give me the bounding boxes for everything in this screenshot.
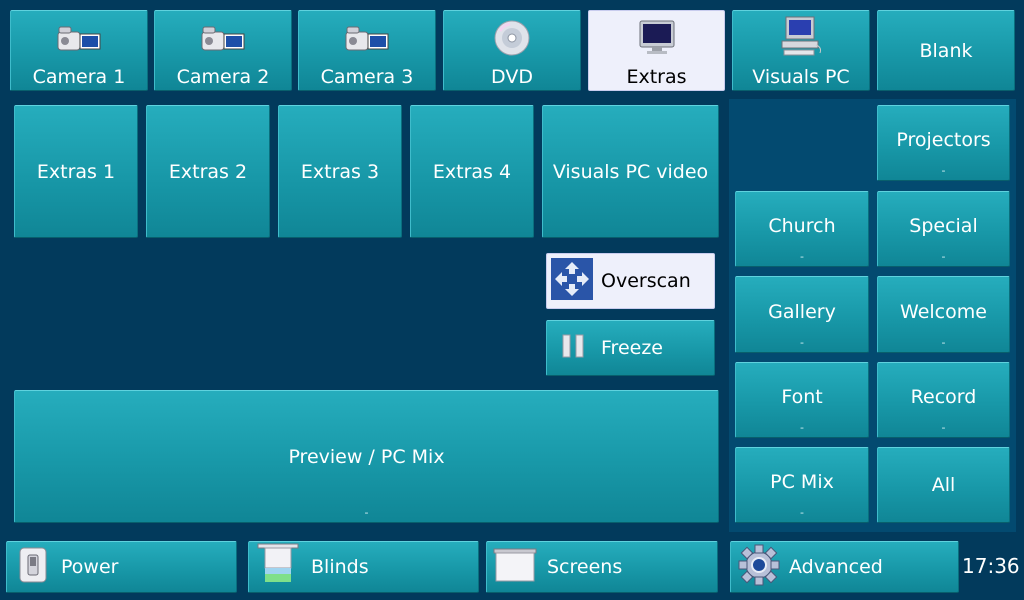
source-label: Camera 1 <box>32 66 126 88</box>
dest-pc-mix-button[interactable]: PC Mix - <box>735 447 869 523</box>
preview-pc-mix-button[interactable]: Preview / PC Mix - <box>14 390 719 523</box>
dest-label: Special <box>909 215 978 237</box>
dest-label: Church <box>768 215 836 237</box>
camera-icon <box>344 25 390 62</box>
dest-label: Record <box>910 386 977 408</box>
advanced-label: Advanced <box>789 556 883 578</box>
dest-label: Font <box>781 386 823 408</box>
dest-label: Projectors <box>896 129 991 151</box>
camera-icon <box>56 25 102 62</box>
blinds-icon <box>257 543 299 592</box>
source-camera-1-button[interactable]: Camera 1 <box>10 10 148 91</box>
screens-button[interactable]: Screens <box>486 541 718 593</box>
power-label: Power <box>61 556 119 578</box>
input-label: Visuals PC video <box>552 160 709 183</box>
source-label: Camera 3 <box>320 66 414 88</box>
freeze-label: Freeze <box>601 337 663 359</box>
overscan-toggle[interactable]: Overscan <box>546 253 715 309</box>
clock: 17:36 <box>962 554 1020 578</box>
preview-status: - <box>364 506 369 519</box>
dest-status: - <box>800 336 804 349</box>
dest-record-button[interactable]: Record - <box>877 362 1010 438</box>
extras-2-button[interactable]: Extras 2 <box>146 105 270 238</box>
dest-status: - <box>941 421 946 434</box>
screens-label: Screens <box>547 556 623 578</box>
input-label: Extras 4 <box>432 160 512 183</box>
source-camera-2-button[interactable]: Camera 2 <box>154 10 292 91</box>
monitor-icon <box>637 19 677 62</box>
preview-label: Preview / PC Mix <box>288 445 445 468</box>
dest-status: - <box>941 164 946 177</box>
blinds-button[interactable]: Blinds <box>248 541 479 593</box>
source-label: Visuals PC <box>752 66 850 88</box>
dest-status: - <box>800 421 804 434</box>
freeze-button[interactable]: Freeze <box>546 320 715 376</box>
blinds-label: Blinds <box>311 556 369 578</box>
screen-icon <box>493 547 537 588</box>
extras-3-button[interactable]: Extras 3 <box>278 105 402 238</box>
input-label: Extras 3 <box>300 160 380 183</box>
extras-1-button[interactable]: Extras 1 <box>14 105 138 238</box>
source-extras-button[interactable]: Extras <box>588 10 725 91</box>
dest-all-button[interactable]: All <box>877 447 1010 523</box>
overscan-label: Overscan <box>601 270 691 292</box>
dest-label: PC Mix <box>770 471 834 493</box>
dest-label: Welcome <box>900 300 987 323</box>
power-button[interactable]: Power <box>6 541 237 593</box>
visuals-pc-video-button[interactable]: Visuals PC video <box>542 105 719 238</box>
camera-icon <box>200 25 246 62</box>
dvd-icon <box>492 19 532 62</box>
power-switch-icon <box>19 547 47 588</box>
dest-special-button[interactable]: Special - <box>877 191 1010 267</box>
extras-4-button[interactable]: Extras 4 <box>410 105 534 238</box>
source-blank-button[interactable]: Blank <box>877 10 1015 91</box>
pause-icon <box>561 334 585 363</box>
dest-gallery-button[interactable]: Gallery - <box>735 276 869 353</box>
dest-font-button[interactable]: Font - <box>735 362 869 438</box>
dest-status: - <box>800 506 804 519</box>
source-visuals-pc-button[interactable]: Visuals PC <box>732 10 870 91</box>
input-label: Extras 1 <box>36 160 116 183</box>
source-label: Extras <box>626 66 687 88</box>
advanced-button[interactable]: Advanced <box>730 541 959 593</box>
computer-icon <box>778 15 824 62</box>
source-camera-3-button[interactable]: Camera 3 <box>298 10 436 91</box>
dest-welcome-button[interactable]: Welcome - <box>877 276 1010 353</box>
source-dvd-button[interactable]: DVD <box>443 10 581 91</box>
dest-status: - <box>941 250 946 263</box>
input-label: Extras 2 <box>168 160 248 183</box>
source-label: DVD <box>491 66 533 88</box>
source-label: Blank <box>919 39 973 62</box>
dest-projectors-button[interactable]: Projectors - <box>877 105 1010 181</box>
dest-church-button[interactable]: Church - <box>735 191 869 267</box>
source-label: Camera 2 <box>176 66 270 88</box>
dest-status: - <box>941 336 946 349</box>
overscan-icon <box>551 257 593 305</box>
gear-icon <box>737 543 781 592</box>
dest-label: Gallery <box>768 300 836 323</box>
dest-status: - <box>800 250 804 263</box>
dest-label: All <box>931 474 956 496</box>
